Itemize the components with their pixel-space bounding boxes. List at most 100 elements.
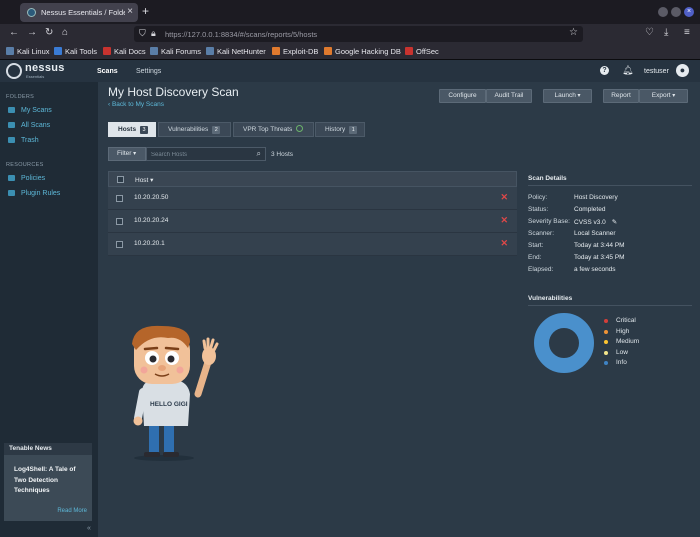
home-icon[interactable]: ⌂: [62, 27, 68, 38]
legend-info[interactable]: Info: [604, 359, 639, 370]
minimize-window-button[interactable]: [658, 7, 668, 17]
sidebar-item-trash[interactable]: Trash: [8, 137, 39, 144]
search-hosts-input[interactable]: [151, 150, 249, 159]
host-column-header[interactable]: Host ▾: [135, 176, 153, 184]
bookmark-star-icon[interactable]: ☆: [569, 27, 578, 38]
export-button[interactable]: Export: [639, 89, 688, 103]
legend-critical[interactable]: Critical: [604, 317, 639, 328]
sidebar: FOLDERS My Scans All Scans Trash RESOURC…: [0, 82, 98, 537]
host-ip[interactable]: 10.20.20.50: [134, 194, 168, 201]
kali-dragon-icon: [6, 47, 14, 55]
legend-label: Medium: [616, 338, 640, 345]
user-avatar-icon[interactable]: ●: [676, 64, 689, 77]
row-checkbox[interactable]: [116, 195, 123, 202]
nav-settings[interactable]: Settings: [136, 68, 161, 75]
back-arrow-icon[interactable]: ←: [9, 27, 19, 38]
legend-medium[interactable]: Medium: [604, 338, 639, 349]
host-count: 3 Hosts: [271, 151, 294, 158]
browser-tab-title: Nessus Essentials / Folde: [41, 8, 125, 17]
lock-icon[interactable]: 🔒︎: [151, 28, 156, 39]
scan-details-panel: Scan Details Policy: Host Discovery Statu…: [528, 175, 698, 306]
launch-button[interactable]: Launch: [543, 89, 592, 103]
tab-vpr-top-threats[interactable]: VPR Top Threats: [233, 122, 314, 137]
bookmark-exploit-db[interactable]: Exploit-DB: [272, 47, 318, 56]
bookmark-kali-docs[interactable]: Kali Docs: [103, 47, 146, 56]
bookmark-google-hacking-db[interactable]: Google Hacking DB: [324, 47, 401, 56]
legend-low[interactable]: Low: [604, 349, 639, 360]
nav-scans[interactable]: Scans: [97, 68, 118, 75]
folder-icon: [8, 122, 15, 128]
table-row[interactable]: 10.20.20.24 ✕: [108, 210, 517, 233]
sidebar-item-label: All Scans: [21, 122, 51, 129]
bookmark-kali-nethunter[interactable]: Kali NetHunter: [206, 47, 266, 56]
table-row[interactable]: 10.20.20.50 ✕: [108, 187, 517, 210]
medium-dot-icon: [604, 340, 608, 344]
bookmark-kali-forums[interactable]: Kali Forums: [150, 47, 201, 56]
read-more-link[interactable]: Read More: [57, 508, 87, 514]
tracking-shield-icon[interactable]: ⛉: [139, 28, 146, 39]
plugin-rules-icon: [8, 190, 15, 196]
nessus-logo-icon[interactable]: [6, 63, 22, 79]
row-checkbox[interactable]: [116, 218, 123, 225]
select-all-checkbox[interactable]: [117, 176, 124, 183]
hosts-table: Host ▾ 10.20.20.50 ✕ 10.20.20.24 ✕ 10.20…: [108, 171, 517, 256]
browser-tab[interactable]: Nessus Essentials / Folde ×: [20, 3, 138, 22]
vulnerabilities-donut-chart[interactable]: [532, 311, 596, 375]
notifications-bell-icon[interactable]: 🔔︎: [622, 65, 633, 76]
bookmark-offsec[interactable]: OffSec: [405, 47, 439, 56]
tab-history[interactable]: History 1: [315, 122, 365, 137]
audit-trail-button[interactable]: Audit Trail: [486, 89, 532, 103]
new-tab-button[interactable]: +: [142, 4, 149, 18]
help-icon[interactable]: ?: [600, 66, 609, 75]
trash-icon: [8, 137, 15, 143]
folder-icon: [8, 107, 15, 113]
detail-value: Today at 3:45 PM: [574, 254, 625, 261]
sidebar-item-all-scans[interactable]: All Scans: [8, 122, 50, 129]
downloads-icon[interactable]: ⤓: [664, 27, 668, 38]
edit-pencil-icon[interactable]: ✎: [612, 219, 617, 226]
address-bar[interactable]: ⛉ 🔒︎ https://127.0.0.1:8834/#/scans/repo…: [134, 26, 583, 42]
bookmark-label: Kali NetHunter: [217, 47, 266, 56]
info-slice[interactable]: [534, 313, 594, 373]
forward-arrow-icon[interactable]: →: [27, 27, 37, 38]
sidebar-item-label: Plugin Rules: [21, 190, 61, 197]
tab-vulnerabilities[interactable]: Vulnerabilities 2: [158, 122, 231, 137]
reload-icon[interactable]: ↻: [45, 27, 53, 38]
legend-high[interactable]: High: [604, 328, 639, 339]
table-row[interactable]: 10.20.20.1 ✕: [108, 233, 517, 256]
configure-button[interactable]: Configure: [439, 89, 486, 103]
filter-button[interactable]: Filter: [108, 147, 146, 161]
search-icon[interactable]: ⌕: [257, 149, 261, 159]
host-ip[interactable]: 10.20.20.24: [134, 217, 168, 224]
tab-hosts[interactable]: Hosts 3: [108, 122, 156, 137]
close-window-button[interactable]: ×: [684, 7, 694, 17]
bookmark-kali-tools[interactable]: Kali Tools: [54, 47, 97, 56]
username[interactable]: testuser: [644, 68, 669, 75]
legend-label: Low: [616, 348, 628, 356]
kali-nethunter-icon: [206, 47, 214, 55]
sidebar-item-label: Trash: [21, 137, 39, 144]
delete-host-icon[interactable]: ✕: [500, 238, 508, 249]
menu-icon[interactable]: ≡: [684, 27, 690, 38]
close-tab-icon[interactable]: ×: [127, 6, 133, 17]
nessus-logo-text[interactable]: nessus: [25, 62, 65, 74]
row-checkbox[interactable]: [116, 241, 123, 248]
host-ip[interactable]: 10.20.20.1: [134, 240, 165, 247]
delete-host-icon[interactable]: ✕: [500, 192, 508, 203]
maximize-window-button[interactable]: [671, 7, 681, 17]
sidebar-item-my-scans[interactable]: My Scans: [8, 107, 52, 114]
collapse-sidebar-icon[interactable]: «: [87, 525, 91, 532]
pocket-icon[interactable]: ♡: [645, 27, 654, 38]
tenable-news-panel: Tenable News Log4Shell: A Tale of Two De…: [4, 443, 92, 521]
sidebar-item-plugin-rules[interactable]: Plugin Rules: [8, 190, 60, 197]
url-text[interactable]: https://127.0.0.1:8834/#/scans/reports/5…: [165, 30, 317, 39]
delete-host-icon[interactable]: ✕: [500, 215, 508, 226]
report-button[interactable]: Report: [603, 89, 639, 103]
bookmark-label: OffSec: [416, 47, 439, 56]
sidebar-item-policies[interactable]: Policies: [8, 175, 45, 182]
legend-label: Info: [616, 359, 627, 366]
policies-icon: [8, 175, 15, 181]
bookmark-kali-linux[interactable]: Kali Linux: [6, 47, 50, 56]
news-article-title[interactable]: Log4Shell: A Tale of Two Detection Techn…: [14, 465, 86, 497]
back-to-my-scans-link[interactable]: ‹ Back to My Scans: [108, 101, 164, 108]
